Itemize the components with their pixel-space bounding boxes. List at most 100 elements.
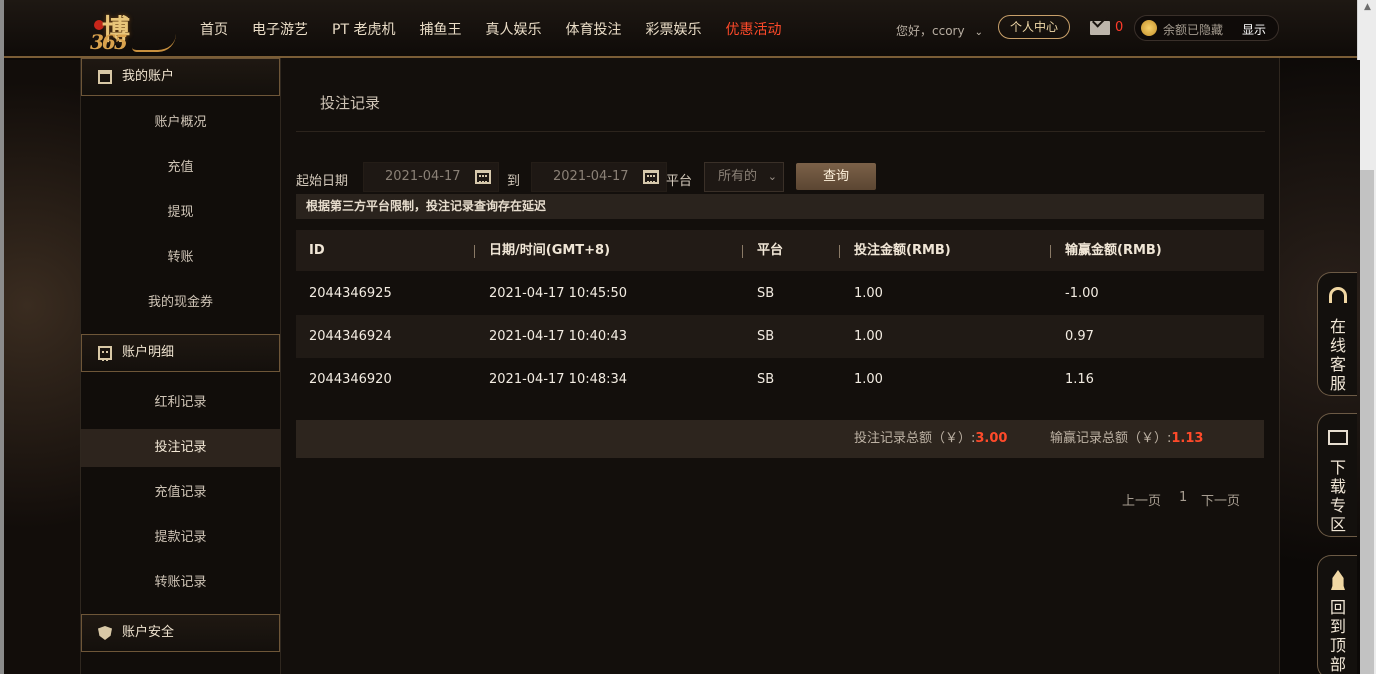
nav-home[interactable]: 首页 [200, 19, 228, 39]
column-divider [839, 245, 840, 258]
bet-total: 投注记录总额（￥）:3.00 [854, 420, 1007, 458]
summary-bar: 投注记录总额（￥）:3.00 输赢记录总额（￥）:1.13 [296, 420, 1264, 458]
cell-platform: SB [757, 329, 775, 344]
background-glow-left [4, 60, 80, 674]
prev-page-button[interactable]: 上一页 [1122, 490, 1161, 509]
user-greeting: 您好，ccory [896, 24, 965, 38]
col-header-win-amount: 输赢金额(RMB) [1065, 243, 1162, 258]
sidebar-item-deposit[interactable]: 充值 [81, 149, 280, 187]
col-header-id: ID [309, 243, 325, 258]
sidebar-item-transfer[interactable]: 转账 [81, 239, 280, 277]
page-title: 投注记录 [320, 94, 381, 112]
delay-notice: 根据第三方平台限制，投注记录查询存在延迟 [296, 194, 1264, 219]
bet-total-label: 投注记录总额（￥）: [854, 431, 976, 446]
site-logo[interactable]: 博 365 [82, 4, 178, 58]
platform-select[interactable]: 所有的 ⌄ [704, 162, 784, 192]
start-date-label: 起始日期 [296, 174, 349, 189]
cell-platform: SB [757, 286, 775, 301]
service-char: 线 [1329, 336, 1346, 355]
sidebar-item-overview[interactable]: 账户概况 [81, 104, 280, 142]
card-icon [98, 70, 112, 84]
column-divider [1050, 245, 1051, 258]
nav-live-casino[interactable]: 真人娱乐 [485, 19, 541, 39]
cell-datetime: 2021-04-17 10:40:43 [489, 329, 628, 344]
bet-total-value: 3.00 [975, 431, 1008, 446]
online-service-button[interactable]: 在 线 客 服 [1317, 272, 1357, 396]
cell-id: 2044346925 [309, 286, 392, 301]
cell-bet-amount: 1.00 [854, 372, 883, 387]
top-navigation-bar: 博 365 首页 电子游艺 PT 老虎机 捕鱼王 真人娱乐 体育投注 彩票娱乐 … [4, 0, 1357, 58]
calendar-icon[interactable] [475, 170, 491, 184]
platform-label: 平台 [666, 174, 693, 189]
top-char: 到 [1329, 617, 1346, 636]
sidebar-item-bet-records[interactable]: 投注记录 [81, 429, 280, 467]
title-divider [296, 131, 1265, 132]
nav-lottery[interactable]: 彩票娱乐 [645, 19, 701, 39]
personal-center-button[interactable]: 个人中心 [998, 15, 1070, 39]
sidebar-item-bonus-records[interactable]: 红利记录 [81, 384, 280, 422]
chevron-down-icon: ⌄ [974, 27, 983, 38]
logo-number: 365 [90, 30, 128, 54]
sidebar-item-deposit-records[interactable]: 充值记录 [81, 474, 280, 512]
win-total: 输赢记录总额（￥）:1.13 [1050, 420, 1203, 458]
cell-id: 2044346920 [309, 372, 392, 387]
table-row: 2044346924 2021-04-17 10:40:43 SB 1.00 0… [296, 315, 1264, 358]
main-nav: 首页 电子游艺 PT 老虎机 捕鱼王 真人娱乐 体育投注 彩票娱乐 优惠活动 [200, 19, 805, 39]
current-page-number[interactable]: 1 [1179, 490, 1187, 505]
to-label: 到 [507, 174, 521, 189]
query-button[interactable]: 查询 [796, 163, 876, 190]
chevron-down-icon: ⌄ [767, 170, 777, 183]
nav-sports[interactable]: 体育投注 [565, 19, 621, 39]
shield-icon [98, 626, 112, 640]
cell-datetime: 2021-04-17 10:45:50 [489, 286, 628, 301]
headset-icon [1329, 287, 1347, 303]
back-to-top-button[interactable]: 回 到 顶 部 [1317, 555, 1357, 674]
service-char: 在 [1329, 317, 1346, 336]
top-char: 回 [1329, 598, 1346, 617]
column-divider [742, 245, 743, 258]
end-date-value: 2021-04-17 [553, 169, 629, 184]
sidebar-section-my-account[interactable]: 我的账户 [81, 58, 280, 96]
sidebar-section-label: 账户明细 [122, 345, 175, 360]
next-page-button[interactable]: 下一页 [1201, 490, 1240, 509]
column-divider [474, 245, 475, 258]
sidebar-item-transfer-records[interactable]: 转账记录 [81, 564, 280, 602]
sidebar-item-withdraw[interactable]: 提现 [81, 194, 280, 232]
sidebar-item-withdraw-records[interactable]: 提款记录 [81, 519, 280, 557]
balance-hidden-text: 余额已隐藏 [1163, 23, 1224, 37]
cell-bet-amount: 1.00 [854, 329, 883, 344]
start-date-value: 2021-04-17 [385, 169, 461, 184]
user-greeting-menu[interactable]: 您好，ccory ⌄ [896, 22, 983, 39]
nav-egames[interactable]: 电子游艺 [252, 19, 308, 39]
nav-promotions[interactable]: 优惠活动 [725, 19, 781, 39]
download-char: 专 [1329, 496, 1346, 515]
scroll-up-arrow-icon[interactable]: ▲ [1362, 2, 1373, 13]
win-total-value: 1.13 [1171, 431, 1204, 446]
nav-pt-slots[interactable]: PT 老虎机 [332, 19, 395, 39]
service-char: 服 [1329, 374, 1346, 393]
sidebar-section-account-details[interactable]: 账户明细 [81, 334, 280, 372]
table-row: 2044346925 2021-04-17 10:45:50 SB 1.00 -… [296, 272, 1264, 315]
rocket-icon [1331, 570, 1345, 590]
monitor-icon [1328, 430, 1348, 445]
nav-fishing[interactable]: 捕鱼王 [419, 19, 461, 39]
show-balance-button[interactable]: 显示 [1242, 21, 1266, 38]
balance-widget: 余额已隐藏 显示 [1134, 15, 1279, 41]
calculator-icon [98, 346, 112, 361]
account-sidebar: 我的账户 账户概况 充值 提现 转账 我的现金券 账户明细 红利记录 投注记录 … [80, 58, 281, 674]
coin-icon [1141, 20, 1157, 36]
download-zone-button[interactable]: 下 载 专 区 [1317, 413, 1357, 537]
scrollbar-thumb[interactable] [1360, 170, 1374, 674]
sidebar-item-vouchers[interactable]: 我的现金券 [81, 284, 280, 322]
start-date-input[interactable]: 2021-04-17 [363, 162, 499, 192]
cell-win-amount: 1.16 [1065, 372, 1094, 387]
calendar-icon[interactable] [643, 170, 659, 184]
main-content-panel: 投注记录 起始日期 2021-04-17 到 2021-04-17 平台 所有的… [281, 58, 1280, 674]
mail-icon[interactable] [1090, 21, 1110, 35]
top-char: 部 [1329, 655, 1346, 674]
end-date-input[interactable]: 2021-04-17 [531, 162, 667, 192]
cell-id: 2044346924 [309, 329, 392, 344]
sidebar-section-account-security[interactable]: 账户安全 [81, 614, 280, 652]
download-char: 下 [1329, 458, 1346, 477]
mail-count-badge: 0 [1115, 20, 1124, 35]
